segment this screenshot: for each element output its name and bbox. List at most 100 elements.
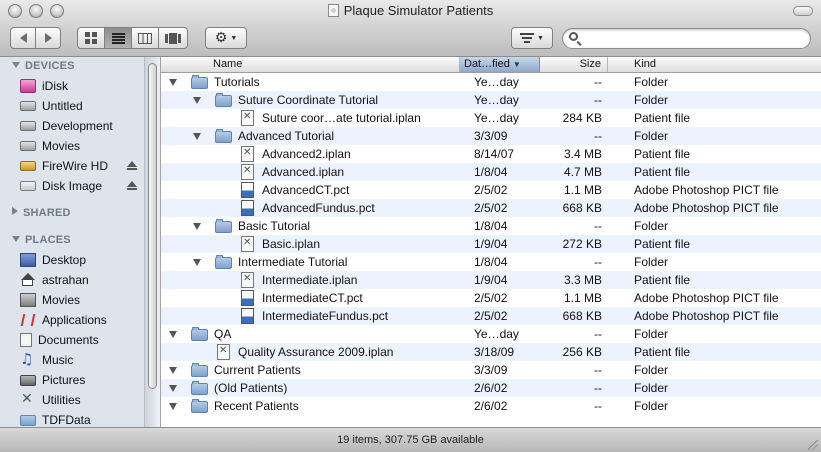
list-view-button[interactable] xyxy=(104,27,132,49)
forward-button[interactable] xyxy=(35,27,61,49)
file-row[interactable]: Suture coor…ate tutorial.iplanYe…day284 … xyxy=(161,109,821,127)
column-kind-header[interactable]: Kind xyxy=(630,57,800,72)
file-name: AdvancedCT.pct xyxy=(262,183,350,197)
icon-view-button[interactable] xyxy=(77,27,105,49)
column-view-button[interactable] xyxy=(131,27,159,49)
folder-icon xyxy=(215,219,232,233)
disclosure-expanded-icon[interactable] xyxy=(12,236,20,242)
sidebar-heading-places[interactable]: PLACES xyxy=(0,234,71,246)
file-size: 4.7 MB xyxy=(563,165,602,179)
file-row[interactable]: Recent Patients 2/6/02 -- Folder xyxy=(161,397,821,415)
file-row[interactable]: Intermediate Tutorial 1/8/04 -- Folder xyxy=(161,253,821,271)
sidebar-heading-devices[interactable]: DEVICES xyxy=(0,60,75,72)
documents-icon xyxy=(20,333,32,347)
sidebar-item-firewire-hd[interactable]: FireWire HD xyxy=(20,157,138,175)
sidebar-item-disk-image[interactable]: Disk Image xyxy=(20,177,138,195)
file-name: Suture coor…ate tutorial.iplan xyxy=(262,111,421,125)
file-size: -- xyxy=(594,93,602,107)
file-name: Advanced2.iplan xyxy=(262,147,351,161)
chevron-down-icon: ▼ xyxy=(230,34,238,42)
file-row[interactable]: Intermediate.iplan1/9/043.3 MBPatient fi… xyxy=(161,271,821,289)
sidebar-item-applications[interactable]: Applications xyxy=(20,311,138,329)
disclosure-expanded-icon[interactable] xyxy=(193,133,201,140)
file-row[interactable]: Current Patients 3/3/09 -- Folder xyxy=(161,361,821,379)
file-row[interactable]: AdvancedFundus.pct 2/5/02 668 KB Adobe Phot… xyxy=(161,199,821,217)
arrange-menu-button[interactable]: ▼ xyxy=(511,27,553,49)
sidebar-item-desktop[interactable]: Desktop xyxy=(20,251,138,269)
eject-icon[interactable] xyxy=(127,161,137,170)
disclosure-expanded-icon[interactable] xyxy=(193,97,201,104)
desktop-icon xyxy=(20,253,36,267)
disclosure-expanded-icon[interactable] xyxy=(12,62,20,68)
sidebar-item-untitled[interactable]: Untitled xyxy=(20,97,138,115)
file-row[interactable]: IntermediateCT.pct 2/5/02 1.1 MB Adobe Phot… xyxy=(161,289,821,307)
chevron-down-icon: ▼ xyxy=(537,34,544,42)
drive-icon xyxy=(20,121,36,131)
disclosure-expanded-icon[interactable] xyxy=(169,403,177,410)
back-button[interactable] xyxy=(10,27,36,49)
file-row[interactable]: AdvancedCT.pct 2/5/02 1.1 MB Adobe Photosho… xyxy=(161,181,821,199)
sidebar-item-movies[interactable]: Movies xyxy=(20,137,138,155)
sidebar-item-label: TDFData xyxy=(42,413,91,427)
file-name: Basic.iplan xyxy=(262,237,321,251)
sidebar-heading-label: PLACES xyxy=(25,234,71,246)
file-row[interactable]: Suture Coordinate Tutorial Ye…day -- Folder xyxy=(161,91,821,109)
file-row[interactable]: Advanced2.iplan8/14/073.4 MBPatient file xyxy=(161,145,821,163)
file-name: Basic Tutorial xyxy=(238,219,311,233)
sidebar-item-pictures[interactable]: Pictures xyxy=(20,371,138,389)
search-field[interactable] xyxy=(562,28,811,49)
sidebar-item-music[interactable]: Music xyxy=(20,350,138,369)
folder-icon xyxy=(20,414,36,426)
disclosure-expanded-icon[interactable] xyxy=(169,331,177,338)
disclosure-expanded-icon[interactable] xyxy=(169,79,177,86)
pict-file-icon xyxy=(241,200,254,216)
file-row[interactable]: IntermediateFundus.pct 2/5/02 668 KB Adobe … xyxy=(161,307,821,325)
search-input[interactable] xyxy=(585,31,804,48)
disclosure-collapsed-icon[interactable] xyxy=(12,207,18,215)
sidebar-heading-label: SHARED xyxy=(23,207,71,219)
file-kind: Folder xyxy=(634,255,669,269)
sidebar-item-movies[interactable]: Movies xyxy=(20,291,138,309)
applications-icon xyxy=(20,313,36,327)
file-size: -- xyxy=(594,399,602,413)
folder-proxy-icon[interactable] xyxy=(327,4,339,17)
file-name: IntermediateFundus.pct xyxy=(262,309,389,323)
resize-grip-icon[interactable] xyxy=(808,440,818,450)
sidebar-item-tdfdata[interactable]: TDFData xyxy=(20,411,138,427)
firewire-drive-icon xyxy=(20,161,36,171)
action-menu-button[interactable]: ⚙ ▼ xyxy=(205,27,247,49)
disclosure-expanded-icon[interactable] xyxy=(193,223,201,230)
disclosure-expanded-icon[interactable] xyxy=(169,367,177,374)
patient-file-icon xyxy=(241,110,254,126)
eject-icon[interactable] xyxy=(127,181,137,190)
file-row[interactable]: Advanced Tutorial 3/3/09 -- Folder xyxy=(161,127,821,145)
sidebar-scrollbar[interactable] xyxy=(144,57,160,427)
coverflow-view-button[interactable] xyxy=(158,27,188,49)
sidebar-item-utilities[interactable]: Utilities xyxy=(20,391,138,409)
file-kind: Adobe Photoshop PICT file xyxy=(634,309,779,323)
file-row[interactable]: QA Ye…day -- Folder xyxy=(161,325,821,343)
file-row[interactable]: Quality Assurance 2009.iplan3/18/09256 K… xyxy=(161,343,821,361)
file-row[interactable]: Tutorials Ye…day -- Folder xyxy=(161,73,821,91)
sidebar-item-idisk[interactable]: iDisk xyxy=(20,77,138,95)
disclosure-expanded-icon[interactable] xyxy=(169,385,177,392)
column-name-header[interactable]: Name xyxy=(209,57,460,72)
sidebar-item-documents[interactable]: Documents xyxy=(20,331,138,349)
column-date-header[interactable]: Dat…fied ▼ xyxy=(460,57,540,72)
sidebar-scroll-thumb[interactable] xyxy=(148,63,157,389)
disclosure-expanded-icon[interactable] xyxy=(193,259,201,266)
toolbar-toggle-button[interactable] xyxy=(793,6,813,16)
sidebar-item-astrahan[interactable]: astrahan xyxy=(20,271,138,289)
file-row[interactable]: Basic Tutorial 1/8/04 -- Folder xyxy=(161,217,821,235)
sidebar-heading-label: DEVICES xyxy=(25,60,75,72)
sidebar-item-development[interactable]: Development xyxy=(20,117,138,135)
file-row[interactable]: Basic.iplan1/9/04272 KBPatient file xyxy=(161,235,821,253)
column-header: Name Dat…fied ▼ Size Kind xyxy=(161,57,821,73)
file-kind: Patient file xyxy=(634,165,691,179)
file-name: Intermediate Tutorial xyxy=(238,255,348,269)
sidebar-heading-shared[interactable]: SHARED xyxy=(0,207,71,219)
column-size-header[interactable]: Size xyxy=(540,57,608,72)
file-name: Recent Patients xyxy=(214,399,299,413)
file-row[interactable]: (Old Patients) 2/6/02 -- Folder xyxy=(161,379,821,397)
file-row[interactable]: Advanced.iplan1/8/044.7 MBPatient file xyxy=(161,163,821,181)
